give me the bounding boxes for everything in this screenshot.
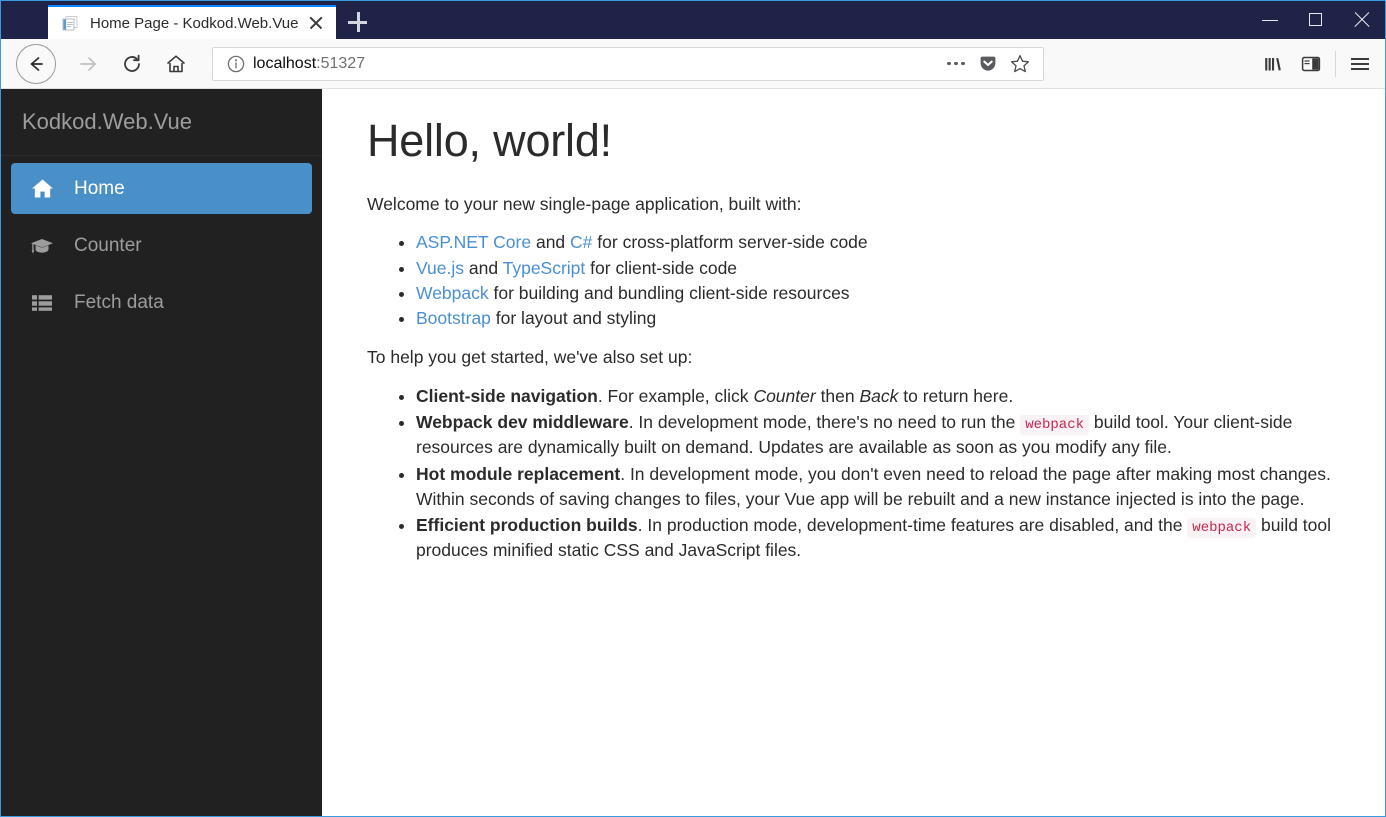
tech-list: ASP.NET Core and C# for cross-platform s… xyxy=(367,230,1339,331)
url-host: localhost xyxy=(253,54,317,72)
feature-text: . In development mode, there's no need t… xyxy=(628,412,1021,433)
list-item: Bootstrap for layout and styling xyxy=(416,306,1339,331)
reload-icon[interactable] xyxy=(114,46,150,82)
link-csharp[interactable]: C# xyxy=(570,232,592,252)
feature-title: Client-side navigation xyxy=(416,385,598,406)
toolbar-right-buttons xyxy=(1254,39,1379,89)
feature-title: Hot module replacement xyxy=(416,463,621,484)
intro-paragraph: Welcome to your new single-page applicat… xyxy=(367,193,802,214)
link-bootstrap[interactable]: Bootstrap xyxy=(416,308,491,328)
plus-icon[interactable] xyxy=(336,5,378,39)
tech-tail: for building and bundling client-side re… xyxy=(488,282,850,303)
urlbar-actions xyxy=(941,50,1035,78)
url-input[interactable]: localhost:51327 xyxy=(253,55,941,73)
features-list: Client-side navigation. For example, cli… xyxy=(367,384,1339,563)
link-typescript[interactable]: TypeScript xyxy=(503,258,586,278)
list-item: Client-side navigation. For example, cli… xyxy=(416,384,1339,409)
code-webpack: webpack xyxy=(1187,517,1257,538)
graduation-cap-icon xyxy=(29,236,55,256)
star-icon[interactable] xyxy=(1005,50,1035,78)
tech-mid: and xyxy=(464,257,503,278)
window-close-icon[interactable] xyxy=(1339,1,1385,39)
sidebar-item-label: Fetch data xyxy=(74,291,164,313)
page-viewport: Kodkod.Web.Vue Home Counter Fetch data H… xyxy=(1,89,1385,816)
list-item: Vue.js and TypeScript for client-side co… xyxy=(416,256,1339,281)
toolbar-divider xyxy=(1335,51,1336,77)
browser-toolbar: localhost:51327 xyxy=(1,39,1385,89)
ellipsis-icon[interactable] xyxy=(941,50,971,78)
sidebar-icon[interactable] xyxy=(1292,45,1330,83)
sidebar-item-label: Home xyxy=(74,177,125,199)
list-item: Hot module replacement. In development m… xyxy=(416,462,1339,512)
feature-title: Efficient production builds xyxy=(416,514,638,535)
maximize-icon[interactable] xyxy=(1293,1,1339,39)
tab-title: Home Page - Kodkod.Web.Vue xyxy=(90,14,299,32)
title-bar: Home Page - Kodkod.Web.Vue xyxy=(1,1,1385,39)
setup-paragraph: To help you get started, we've also set … xyxy=(367,347,693,368)
list-item: ASP.NET Core and C# for cross-platform s… xyxy=(416,230,1339,255)
home-icon xyxy=(29,178,55,199)
feature-title: Webpack dev middleware xyxy=(416,412,629,433)
app-brand[interactable]: Kodkod.Web.Vue xyxy=(1,89,322,156)
sidebar-item-label: Counter xyxy=(74,234,142,256)
link-webpack[interactable]: Webpack xyxy=(416,283,489,303)
list-item: Webpack dev middleware. In development m… xyxy=(416,410,1339,460)
sidebar-nav: Home Counter Fetch data xyxy=(1,156,322,328)
feature-emphasis: Back xyxy=(859,385,899,406)
tech-tail: for layout and styling xyxy=(490,307,657,328)
code-webpack: webpack xyxy=(1020,415,1090,436)
tech-mid: and xyxy=(531,232,571,253)
back-arrow-icon[interactable] xyxy=(16,43,56,84)
home-icon[interactable] xyxy=(158,46,194,82)
sidebar-item-home[interactable]: Home xyxy=(11,163,312,214)
tab-strip: Home Page - Kodkod.Web.Vue xyxy=(1,1,378,39)
link-aspnet-core[interactable]: ASP.NET Core xyxy=(416,232,531,252)
app-sidebar: Kodkod.Web.Vue Home Counter Fetch data xyxy=(1,89,322,816)
list-item: Efficient production builds. In producti… xyxy=(416,513,1339,563)
sidebar-item-counter[interactable]: Counter xyxy=(11,220,312,271)
list-item: Webpack for building and bundling client… xyxy=(416,281,1339,306)
library-icon[interactable] xyxy=(1254,45,1292,83)
minimize-icon[interactable] xyxy=(1247,1,1293,39)
tech-tail: for client-side code xyxy=(585,257,738,278)
browser-window: Home Page - Kodkod.Web.Vue localhost:513… xyxy=(0,0,1386,817)
hamburger-menu-icon[interactable] xyxy=(1341,45,1379,83)
tech-tail: for cross-platform server-side code xyxy=(592,232,868,253)
url-bar[interactable]: localhost:51327 xyxy=(212,46,1044,81)
feature-emphasis: Counter xyxy=(753,385,816,406)
browser-tab-active[interactable]: Home Page - Kodkod.Web.Vue xyxy=(48,5,337,39)
page-document-icon xyxy=(62,15,79,32)
feature-text: then xyxy=(815,385,860,406)
link-vuejs[interactable]: Vue.js xyxy=(416,258,464,278)
main-content: Hello, world! Welcome to your new single… xyxy=(322,89,1385,816)
feature-text: to return here. xyxy=(898,385,1014,406)
close-icon[interactable] xyxy=(306,13,326,33)
feature-text: . In production mode, development-time f… xyxy=(637,514,1188,535)
window-controls xyxy=(1247,1,1385,39)
info-circle-icon[interactable] xyxy=(225,53,247,75)
feature-text: . For example, click xyxy=(597,385,754,406)
sidebar-item-fetch-data[interactable]: Fetch data xyxy=(11,277,312,328)
page-title: Hello, world! xyxy=(367,115,612,166)
pocket-icon[interactable] xyxy=(973,50,1003,78)
url-port: :51327 xyxy=(316,54,366,72)
forward-arrow-icon[interactable] xyxy=(70,46,106,82)
list-icon xyxy=(29,294,55,312)
